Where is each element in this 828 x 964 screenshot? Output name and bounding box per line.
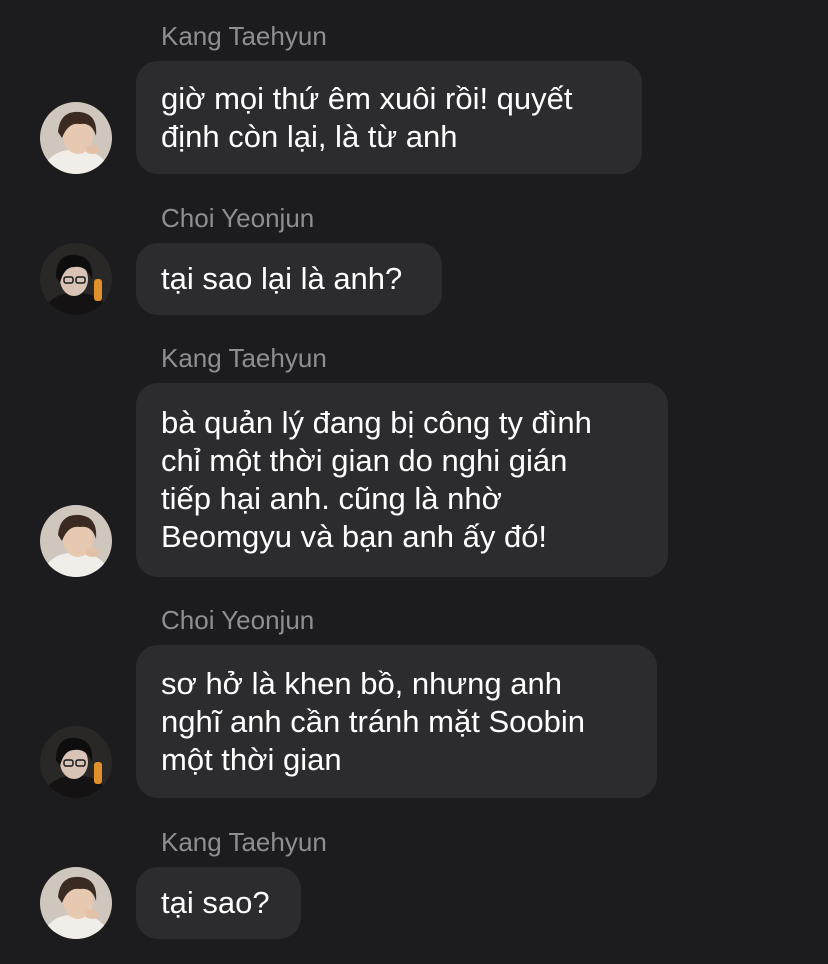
- sender-name: Kang Taehyun: [161, 343, 327, 373]
- sender-name: Choi Yeonjun: [161, 605, 315, 635]
- kang-taehyun-avatar-icon[interactable]: [40, 867, 112, 939]
- choi-yeonjun-avatar-icon[interactable]: [40, 726, 112, 798]
- message-bubble[interactable]: tại sao?: [136, 867, 301, 939]
- message-text: tại sao?: [161, 885, 270, 920]
- chat-thread: Kang Taehyun giờ mọi thứ êm xuôi rồi! qu…: [0, 0, 828, 964]
- message-text: sơ hở là khen bồ, nhưng anh nghĩ anh cần…: [161, 665, 585, 777]
- message-bubble[interactable]: bà quản lý đang bị công ty đình chỉ một …: [136, 383, 668, 577]
- kang-taehyun-avatar-icon[interactable]: [40, 102, 112, 174]
- sender-name: Choi Yeonjun: [161, 203, 315, 233]
- sender-name: Kang Taehyun: [161, 827, 327, 857]
- message-text: tại sao lại là anh?: [161, 261, 403, 296]
- kang-taehyun-avatar-icon[interactable]: [40, 505, 112, 577]
- choi-yeonjun-avatar-icon[interactable]: [40, 243, 112, 315]
- message-bubble[interactable]: tại sao lại là anh?: [136, 243, 442, 315]
- message-text: bà quản lý đang bị công ty đình chỉ một …: [161, 405, 592, 554]
- message-bubble[interactable]: giờ mọi thứ êm xuôi rồi! quyết định còn …: [136, 61, 642, 174]
- message-bubble[interactable]: sơ hở là khen bồ, nhưng anh nghĩ anh cần…: [136, 645, 657, 798]
- message-text: giờ mọi thứ êm xuôi rồi! quyết định còn …: [161, 80, 573, 154]
- sender-name: Kang Taehyun: [161, 21, 327, 51]
